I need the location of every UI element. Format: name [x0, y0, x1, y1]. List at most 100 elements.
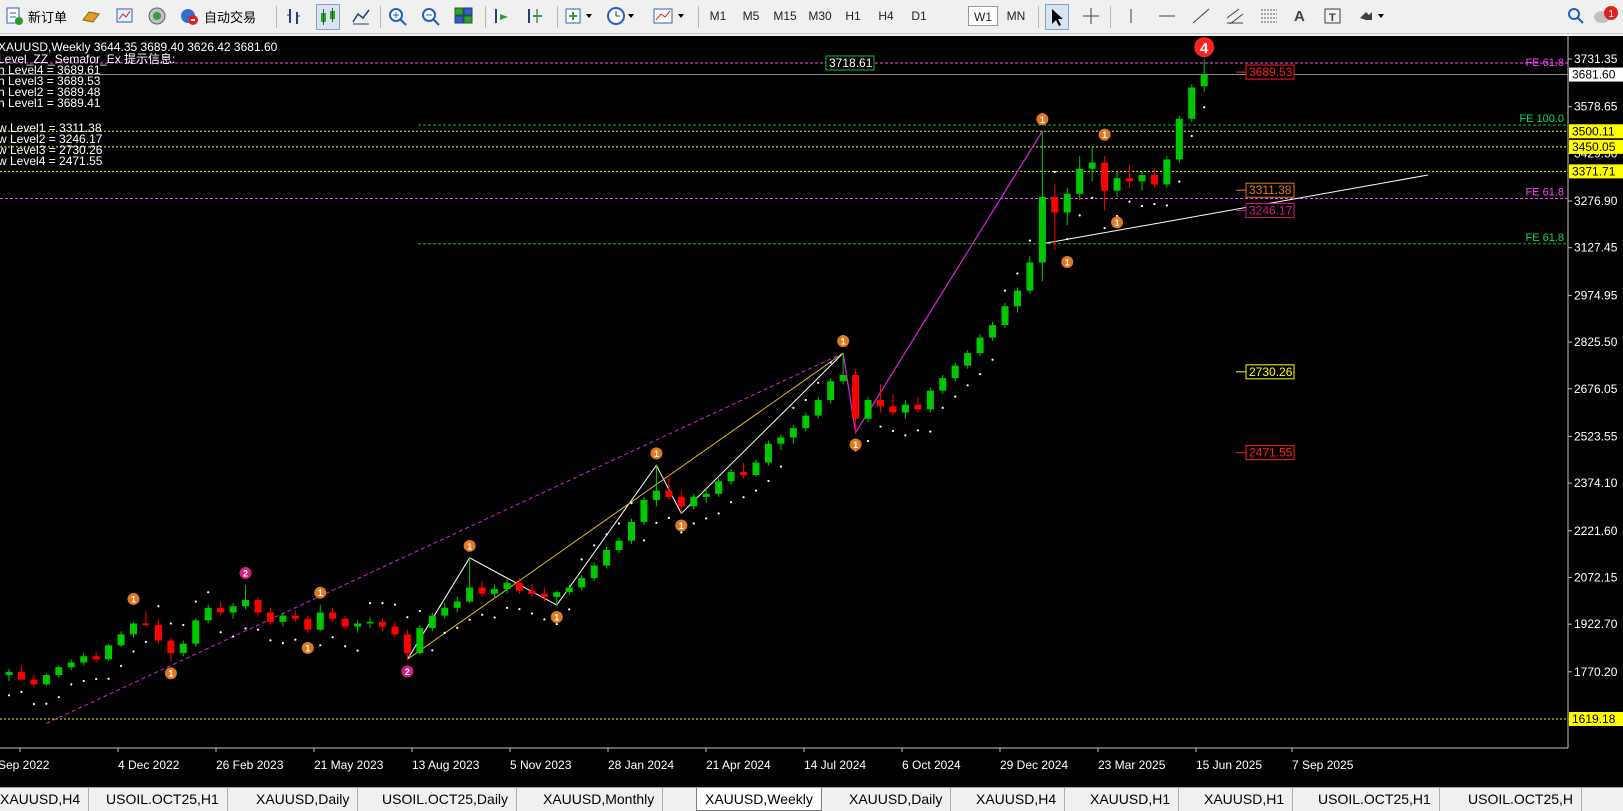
notifications-button[interactable]: 1 [1592, 4, 1618, 28]
autotrade-button[interactable]: 自动交易 [178, 4, 256, 28]
semafor-marker-label: 2 [405, 667, 410, 677]
tab-usoil-h1[interactable]: USOIL.OCT25,H1 [98, 788, 228, 811]
search-button[interactable] [1566, 4, 1586, 28]
autotrade-icon [181, 9, 198, 25]
timeframe-mn[interactable]: MN [1001, 6, 1031, 26]
candle-body [266, 612, 274, 622]
tab-usoil-daily[interactable]: USOIL.OCT25,Daily [374, 788, 518, 811]
line-chart-button[interactable] [350, 4, 372, 28]
candle-body [889, 406, 897, 413]
candle-body [528, 590, 536, 594]
tab-xauusd-daily-2[interactable]: XAUUSD,Daily [841, 788, 952, 811]
sar-dot [456, 626, 459, 629]
sar-dot [1165, 204, 1168, 207]
autoscroll-button[interactable] [492, 4, 514, 28]
templates-button[interactable] [652, 4, 688, 28]
candle-body [926, 390, 934, 410]
fibonacci-icon [1261, 9, 1277, 23]
tab-xauusd-h1[interactable]: XAUUSD,H1 [1082, 788, 1180, 811]
timeframe-m5[interactable]: M5 [736, 6, 766, 26]
time-tick-label: 13 Aug 2023 [412, 758, 480, 772]
candle-body [42, 674, 50, 685]
sar-dot [829, 361, 832, 364]
candle-body [1101, 162, 1109, 191]
sar-dot [381, 602, 384, 605]
candle-body [578, 578, 586, 588]
semafor-marker-label: 1 [1102, 130, 1107, 140]
vertical-line-button[interactable] [1120, 4, 1142, 28]
sar-dot [368, 602, 372, 605]
sar-dot [866, 439, 870, 443]
semafor-marker-label: 1 [168, 669, 173, 679]
timeframe-m30[interactable]: M30 [803, 6, 837, 26]
signals-button[interactable] [146, 4, 168, 28]
sar-dot [580, 558, 583, 561]
tab-xauusd-h1-2[interactable]: XAUUSD,H1 [1196, 788, 1294, 811]
candle-body [1051, 196, 1059, 213]
semafor-marker-label: 2 [243, 569, 248, 579]
semafor-marker-label: 1 [853, 440, 858, 450]
candle-body [1200, 74, 1208, 87]
low-level-4: w Level4 = 2471.55 [0, 154, 103, 168]
tab-xauusd-h4-2[interactable]: XAUUSD,H4 [968, 788, 1066, 811]
arrows-button[interactable] [1356, 4, 1388, 28]
chart-shift-button[interactable] [525, 4, 547, 28]
zoom-in-button[interactable] [387, 4, 409, 28]
timeframe-h4[interactable]: H4 [871, 6, 901, 26]
text-label-button[interactable]: T [1322, 4, 1344, 28]
tab-xauusd-h4[interactable]: XAUUSD,H4 [0, 788, 90, 811]
tab-xauusd-daily[interactable]: XAUUSD,Daily [248, 788, 359, 811]
timeframe-d1[interactable]: D1 [904, 6, 934, 26]
tile-windows-button[interactable] [453, 4, 475, 28]
autoscroll-icon [495, 9, 508, 23]
equidistant-channel-button[interactable] [1224, 4, 1246, 28]
cursor-tool-button[interactable] [1045, 4, 1069, 30]
candle-body [354, 623, 362, 627]
sar-dot [717, 512, 720, 515]
timeframe-m15[interactable]: M15 [768, 6, 802, 26]
sar-dot [132, 650, 135, 653]
candle-body [565, 587, 573, 593]
candle-body [839, 375, 847, 382]
candle-body [777, 437, 785, 444]
price-tick-label: 1770.20 [1574, 665, 1618, 679]
bar-chart-icon [287, 9, 300, 24]
timeframe-h1[interactable]: H1 [838, 6, 868, 26]
candle-body [391, 626, 399, 635]
tab-usoil-h1-2[interactable]: USOIL.OCT25,H1 [1310, 788, 1440, 811]
horizontal-line-button[interactable] [1156, 4, 1178, 28]
history-center-button[interactable] [80, 4, 102, 28]
chart-shift-icon [528, 9, 542, 23]
sar-dot [779, 465, 783, 468]
semafor-marker-label: 1 [654, 449, 659, 459]
bar-chart-button[interactable] [284, 4, 306, 28]
trendline-button[interactable] [1190, 4, 1212, 28]
candle-body [453, 601, 461, 608]
indicators-button[interactable] [564, 4, 596, 28]
crosshair-tool-button[interactable] [1080, 4, 1102, 28]
fibonacci-button[interactable] [1258, 4, 1280, 28]
price-chart[interactable]: 12111111411211111 3731.353578.653429.503… [0, 36, 1623, 787]
periods-button[interactable] [606, 4, 638, 28]
gold-bars-icon [82, 11, 100, 23]
zoom-out-button[interactable] [420, 4, 442, 28]
tab-usoil-h[interactable]: USOIL.OCT25,H [1460, 788, 1583, 811]
text-tool-button[interactable]: A [1294, 4, 1305, 28]
arrows-icon [1360, 12, 1384, 20]
candle-body [491, 589, 499, 594]
tab-xauusd-weekly[interactable]: XAUUSD,Weekly [696, 788, 822, 811]
candlestick-button[interactable] [316, 4, 340, 30]
main-toolbar: 新订单 自动交易 M1 M5 M15 M30 H1 H4 D1 W1 MN A … [0, 0, 1623, 34]
current-price-box-label: 3681.60 [1572, 68, 1616, 82]
candle-body [1013, 290, 1021, 307]
sar-dot [680, 531, 683, 534]
timeframe-w1[interactable]: W1 [968, 6, 998, 26]
market-watch-button[interactable] [114, 4, 136, 28]
timeframe-m1[interactable]: M1 [703, 6, 733, 26]
new-order-button[interactable]: 新订单 [4, 4, 67, 28]
tab-xauusd-monthly[interactable]: XAUUSD,Monthly [535, 788, 664, 811]
sar-dot [730, 501, 733, 504]
candle-body [105, 645, 113, 660]
candle-body [553, 592, 561, 597]
zz-value-label: 3689.53 [1249, 65, 1293, 79]
